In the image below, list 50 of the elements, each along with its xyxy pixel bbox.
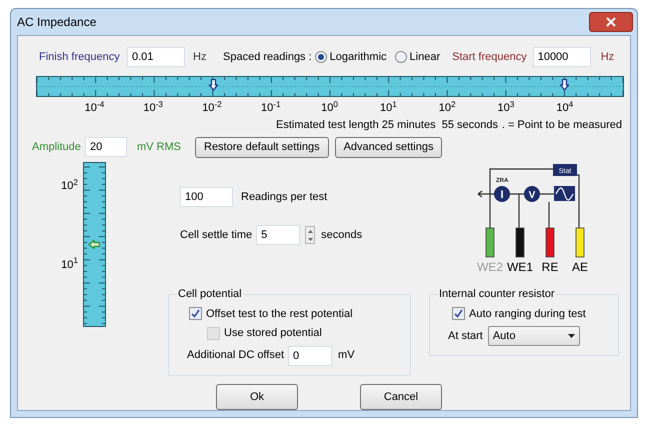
electrode-label: WE2 — [476, 259, 503, 276]
tick-label: 10$^{-4}$ — [84, 100, 104, 116]
readings-label: Readings per test — [241, 190, 328, 205]
finish-frequency-label: Finish frequency — [39, 50, 121, 65]
tick-label: 10$^{1}$ — [61, 256, 78, 272]
spacing-label: Spaced readings : — [223, 50, 312, 65]
checkbox-option[interactable]: Auto ranging during test — [452, 306, 610, 322]
amplitude-label: Amplitude — [32, 140, 82, 155]
settle-time-field[interactable]: 5 — [256, 225, 300, 245]
tick-label: 10$^{-3}$ — [143, 100, 163, 116]
dc-offset-field[interactable]: 0 — [288, 346, 332, 366]
tick-label: 10$^{1}$ — [380, 100, 397, 116]
settle-time-label: Cell settle time — [180, 228, 252, 243]
tick-label: 10$^{-1}$ — [260, 100, 281, 116]
amplitude-field[interactable]: 20 — [85, 137, 127, 157]
estimated-length-text: Estimated test length 25 minutes 55 seconds — [276, 118, 498, 131]
point-legend-text: . = Point to be measured — [502, 118, 622, 131]
unit-label: Hz — [193, 50, 208, 65]
dc-offset-label: Additional DC offset — [187, 348, 284, 364]
start-frequency-label: Start frequency — [452, 50, 527, 65]
group-title: Cell potential — [177, 287, 243, 302]
electrode-label: WE1 — [506, 259, 533, 276]
tick-label: 10$^{0}$ — [321, 100, 338, 116]
electrode-label: RE — [542, 259, 558, 276]
dialog-button[interactable]: Cancel — [360, 384, 442, 410]
radio-option[interactable]: Logarithmic — [314, 48, 387, 66]
voltmeter-symbol: V — [524, 186, 540, 202]
tick-label: 10$^{3}$ — [498, 100, 514, 116]
unit-label: Hz — [600, 50, 614, 65]
window-title: AC Impedance — [17, 14, 96, 31]
unit-label: mV — [338, 348, 355, 364]
tick-label: 10$^{2}$ — [438, 100, 456, 116]
start-frequency-field[interactable]: 10000 — [532, 47, 591, 67]
tick-label: 10$^{4}$ — [556, 100, 574, 116]
settings-button[interactable]: Restore default settings — [195, 136, 329, 158]
unit-label: seconds — [321, 228, 362, 243]
at-start-dropdown[interactable]: Auto — [488, 326, 580, 346]
settings-button[interactable]: Advanced settings — [334, 136, 442, 158]
finish-frequency-field[interactable]: 0.01 — [127, 47, 185, 67]
ammeter-symbol: I — [494, 186, 510, 202]
checkbox-option[interactable]: Offset test to the rest potential — [189, 306, 402, 322]
readings-field[interactable]: 100 — [180, 187, 233, 207]
at-start-label: At start — [448, 328, 483, 344]
group-title: Internal counter resistor — [438, 287, 556, 302]
tick-label: 10$^{-2}$ — [202, 100, 222, 116]
radio-option[interactable]: Linear — [394, 48, 440, 66]
dialog-button[interactable]: Ok — [216, 384, 298, 410]
tick-label: 10$^{2}$ — [61, 178, 78, 194]
unit-label: mV RMS — [137, 140, 182, 155]
electrode-label: AE — [572, 259, 588, 276]
